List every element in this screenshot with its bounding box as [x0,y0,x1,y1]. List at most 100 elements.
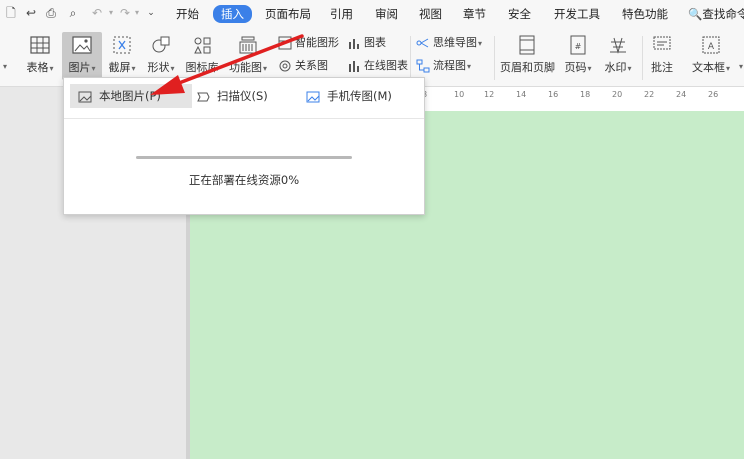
online-chart-button[interactable]: 在线图表 [347,57,408,75]
tab-special[interactable]: 特色功能 [622,6,668,22]
ruler-tick: 18 [580,90,591,99]
ruler-tick: 26 [708,90,719,99]
tab-developer[interactable]: 开发工具 [554,6,600,22]
command-search[interactable]: 🔍查找命令 [688,6,744,22]
screenshot-icon [113,36,131,54]
flow-chart-label: 流程图 [433,59,466,72]
table-icon [30,36,50,54]
function-chart-label: 功能图 [228,61,262,74]
ruler-tick: 20 [612,90,623,99]
chart-button[interactable]: 图表 [347,34,386,52]
tab-insert[interactable]: 插入 [213,5,252,23]
scanner-item[interactable]: 扫描仪(S) [196,84,268,108]
undo-dropdown-icon[interactable]: ▾ [104,6,118,20]
screenshot-label: 截屏 [108,61,131,74]
ribbon-divider [642,36,643,80]
picture-label: 图片 [68,61,91,74]
undo-icon[interactable]: ↶ [90,6,104,20]
progress-bar [136,156,352,159]
online-chart-icon [349,61,359,72]
local-picture-label: 本地图片(P) [99,89,161,103]
smart-art-label: 智能图形 [295,36,339,49]
shape-icon [152,36,170,53]
header-footer-label: 页眉和页脚 [500,61,555,74]
scanner-icon [197,92,210,101]
comment-icon [653,36,671,50]
tab-review[interactable]: 审阅 [375,6,398,22]
print-preview-icon[interactable]: ⌕ [66,6,80,20]
smart-art-button[interactable]: 智能图形 [278,34,339,52]
progress-text: 正在部署在线资源0% [188,173,300,187]
redo-dropdown-icon[interactable]: ▾ [130,6,144,20]
watermark-button[interactable]: 水印▾ [600,32,636,80]
shape-label: 形状 [147,61,170,74]
page-number-label: 页码 [564,61,587,74]
phone-transfer-item[interactable]: 手机传图(M) [306,84,392,108]
chart-label: 图表 [364,36,386,49]
mind-map-label: 思维导图 [433,36,477,49]
relation-chart-button[interactable]: 关系图 [278,57,328,75]
mind-map-button[interactable]: 思维导图▾ [416,34,482,52]
watermark-label: 水印 [604,61,627,74]
tab-chapter[interactable]: 章节 [463,6,486,22]
ruler-tick: 22 [644,90,655,99]
picture-dropdown: 本地图片(P) 扫描仪(S) 手机传图(M) 正在部署在线资源0% [63,77,425,215]
ribbon-divider [494,36,495,80]
ribbon-divider [410,36,411,80]
tab-references[interactable]: 引用 [330,6,353,22]
print-icon[interactable]: ⎙ [44,6,58,20]
dropdown-divider [64,118,424,119]
table-label: 表格 [26,61,49,74]
icon-library-label: 图标库 [185,61,219,74]
shape-button[interactable]: 形状▾ [144,32,178,80]
smart-art-icon [278,36,292,50]
function-chart-icon [239,36,257,54]
comment-button[interactable]: 批注 [646,32,678,80]
ruler-tick: 24 [676,90,687,99]
svg-text:#: # [575,42,582,51]
chart-icon [349,39,359,49]
relation-chart-icon [279,60,291,72]
ruler-tick: 16 [548,90,559,99]
relation-chart-label: 关系图 [295,59,328,72]
svg-text:A: A [708,42,715,52]
ribbon-more-caret-icon[interactable]: ▾ [739,62,743,71]
page-number-icon: # [570,35,586,55]
text-box-icon: A [702,36,720,54]
ribbon-left-caret-icon: ▾ [3,62,8,71]
flow-chart-icon [416,59,430,73]
local-picture-item[interactable]: 本地图片(P) [70,84,192,108]
watermark-icon [610,37,626,54]
local-picture-icon [78,91,92,102]
text-box-label: 文本框 [691,61,725,74]
table-button[interactable]: 表格▾ [22,32,58,80]
phone-transfer-label: 手机传图(M) [327,89,392,103]
ruler-tick: 14 [516,90,527,99]
tab-view[interactable]: 视图 [419,6,442,22]
icon-library-button[interactable]: 图标库 [184,32,220,80]
header-footer-icon [519,35,535,55]
tab-page-layout[interactable]: 页面布局 [265,6,311,22]
tab-security[interactable]: 安全 [508,6,531,22]
ruler-tick: 10 [454,90,465,99]
file-icon[interactable]: 🗋 [4,6,18,20]
page-number-button[interactable]: # 页码▾ [562,32,594,80]
customize-chevron-icon[interactable]: ⌄ [144,6,158,20]
picture-button[interactable]: 图片▾ [62,32,102,80]
ruler-tick: 12 [484,90,495,99]
phone-transfer-icon [306,91,320,102]
online-chart-label: 在线图表 [364,59,408,72]
flow-chart-button[interactable]: 流程图▾ [416,57,471,75]
save-icon[interactable]: ↩ [24,6,38,20]
comment-label: 批注 [651,61,673,74]
search-label: 查找命令 [702,7,744,21]
icon-library-icon [194,37,211,54]
scanner-label: 扫描仪(S) [217,89,268,103]
text-box-button[interactable]: A 文本框▾ [688,32,734,80]
header-footer-button[interactable]: 页眉和页脚 [500,32,555,80]
tab-home[interactable]: 开始 [176,6,199,22]
function-chart-button[interactable]: 功能图▾ [226,32,270,80]
mind-map-icon [416,38,429,48]
picture-icon [72,36,92,54]
screenshot-button[interactable]: 截屏▾ [106,32,138,80]
